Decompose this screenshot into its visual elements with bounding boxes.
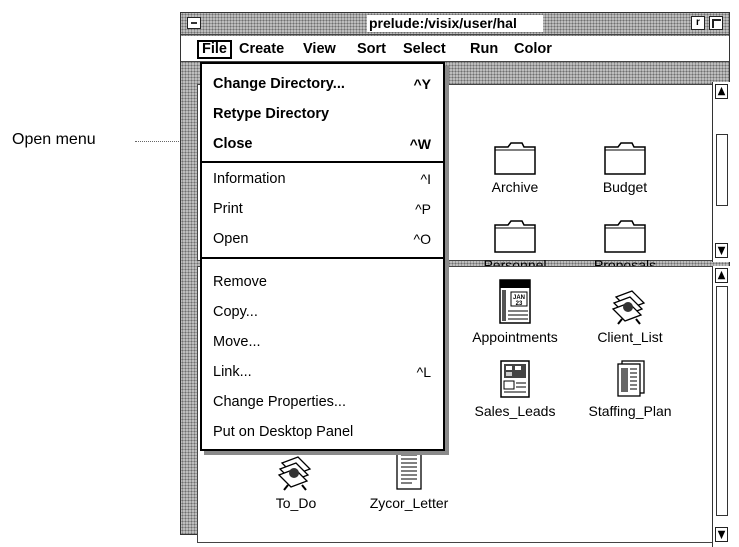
- menu-item-remove[interactable]: Remove: [202, 267, 443, 297]
- file-label: Staffing_Plan: [588, 403, 672, 419]
- menu-item-label: Link...: [213, 364, 252, 380]
- menu-view[interactable]: View: [300, 40, 339, 58]
- menu-sort[interactable]: Sort: [354, 40, 389, 58]
- folder-label: Budget: [602, 179, 648, 195]
- menu-item-close[interactable]: Close ^W: [202, 129, 443, 159]
- file-staffing-plan[interactable]: Staffing_Plan: [575, 359, 685, 419]
- rolodex-icon: [277, 456, 312, 491]
- menu-item-label: Information: [213, 171, 286, 187]
- file-zycor-letter[interactable]: Zycor_Letter: [354, 447, 464, 511]
- menu-item-label: Copy...: [213, 304, 258, 320]
- menu-item-label: Move...: [213, 334, 261, 350]
- files-scrollbar[interactable]: [712, 266, 731, 547]
- menu-item-open[interactable]: Open ^O: [202, 224, 443, 254]
- scroll-thumb[interactable]: [716, 286, 728, 516]
- menu-item-shortcut: ^W: [409, 136, 431, 152]
- window-title: prelude:/visix/user/hal: [367, 15, 543, 32]
- file-label: Zycor_Letter: [369, 495, 449, 511]
- menu-item-shortcut: ^Y: [413, 76, 431, 92]
- menu-item-shortcut: ^O: [413, 231, 431, 247]
- menu-item-change-directory[interactable]: Change Directory... ^Y: [202, 69, 443, 99]
- menu-item-label: Remove: [213, 274, 267, 290]
- folder-archive[interactable]: Archive: [470, 141, 560, 195]
- svg-text:23: 23: [516, 301, 523, 307]
- menu-item-change-properties[interactable]: Change Properties...: [202, 387, 443, 417]
- folder-budget[interactable]: Budget: [580, 141, 670, 195]
- sysmenu-bar-icon[interactable]: [187, 17, 201, 29]
- menu-item-label: Open: [213, 231, 249, 247]
- file-label: Client_List: [597, 329, 663, 345]
- document-stack-icon: [617, 360, 645, 397]
- menu-create[interactable]: Create: [236, 40, 287, 58]
- file-label: To_Do: [275, 495, 317, 511]
- menu-item-shortcut: ^P: [415, 201, 431, 217]
- menu-separator: [202, 257, 443, 259]
- menu-item-shortcut: ^I: [420, 171, 431, 187]
- folder-proposals[interactable]: Proposals: [580, 219, 670, 273]
- folder-icon: [494, 220, 536, 253]
- maximize-button[interactable]: [709, 16, 723, 30]
- rolodex-icon: [611, 290, 646, 325]
- menu-item-label: Change Properties...: [213, 394, 346, 410]
- minimize-button[interactable]: r: [691, 16, 705, 30]
- folder-icon: [494, 142, 536, 175]
- callout-label: Open menu: [12, 131, 96, 148]
- menu-item-label: Print: [213, 201, 243, 217]
- menu-select[interactable]: Select: [400, 40, 449, 58]
- menu-item-label: Retype Directory: [213, 106, 330, 122]
- file-sales-leads[interactable]: Sales_Leads: [460, 359, 570, 419]
- scroll-up-arrow-icon[interactable]: [715, 268, 728, 283]
- menu-item-print[interactable]: Print ^P: [202, 194, 443, 224]
- menu-separator: [202, 161, 443, 163]
- text-document-icon: [396, 448, 422, 490]
- spreadsheet-icon: [500, 360, 530, 398]
- scroll-down-arrow-icon[interactable]: [715, 243, 728, 258]
- scroll-thumb[interactable]: [716, 134, 728, 206]
- menu-item-label: Change Directory...: [213, 76, 345, 92]
- file-label: Appointments: [472, 329, 558, 345]
- folder-personnel[interactable]: Personnel: [470, 219, 560, 273]
- menu-item-label: Close: [213, 136, 253, 152]
- menu-item-link[interactable]: Link... ^L: [202, 357, 443, 387]
- scroll-up-arrow-icon[interactable]: [715, 84, 728, 99]
- file-to-do[interactable]: To_Do: [256, 455, 336, 511]
- folder-label: Archive: [491, 179, 539, 195]
- menu-item-move[interactable]: Move...: [202, 327, 443, 357]
- menu-color[interactable]: Color: [511, 40, 555, 58]
- folders-scrollbar[interactable]: [712, 82, 731, 262]
- menu-item-information[interactable]: Information ^I: [202, 164, 443, 194]
- file-label: Sales_Leads: [474, 403, 556, 419]
- title-bar[interactable]: prelude:/visix/user/hal r: [181, 13, 729, 35]
- file-appointments[interactable]: JAN 23 Appointments: [460, 277, 570, 345]
- menu-file[interactable]: File: [197, 40, 232, 59]
- file-menu-dropdown: Change Directory... ^Y Retype Directory …: [200, 62, 445, 451]
- folder-icon: [604, 142, 646, 175]
- file-client-list[interactable]: Client_List: [580, 289, 680, 345]
- menu-run[interactable]: Run: [467, 40, 501, 58]
- menu-item-copy[interactable]: Copy...: [202, 297, 443, 327]
- menu-bar: File Create View Sort Select Run Color: [181, 36, 729, 62]
- menu-item-shortcut: ^L: [416, 364, 431, 380]
- calendar-icon: JAN 23: [499, 279, 531, 324]
- menu-item-put-on-desktop-panel[interactable]: Put on Desktop Panel: [202, 417, 443, 447]
- folder-icon: [604, 220, 646, 253]
- menu-item-label: Put on Desktop Panel: [213, 424, 354, 440]
- menu-item-retype-directory[interactable]: Retype Directory: [202, 99, 443, 129]
